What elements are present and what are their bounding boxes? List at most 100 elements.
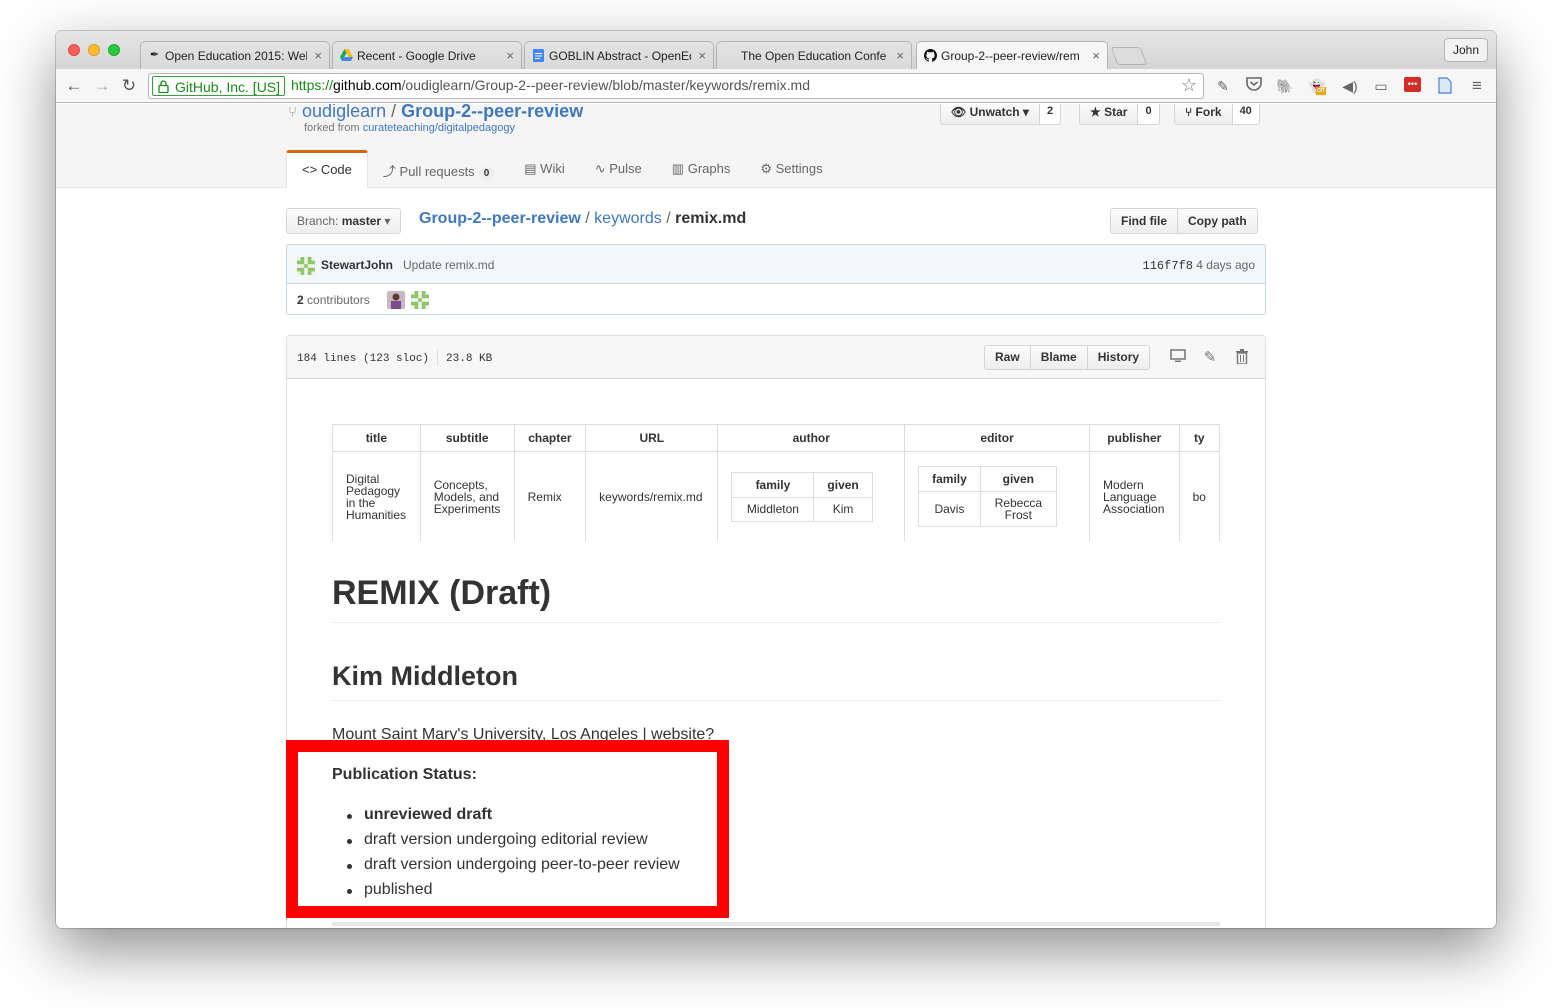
google-drive-icon <box>340 49 353 62</box>
ghostery-icon[interactable]: 👻 off <box>1308 77 1326 95</box>
new-tab-button[interactable] <box>1110 47 1148 65</box>
close-tab-icon[interactable]: × <box>506 48 514 63</box>
repo-forked-icon: ⑂ <box>288 104 298 121</box>
tab-pulse[interactable]: ∿ Pulse <box>580 150 657 188</box>
watchers-count[interactable]: 2 <box>1039 104 1062 125</box>
contributor-identicon[interactable] <box>411 291 429 309</box>
tab-wiki[interactable]: ▤ Wiki <box>509 150 579 188</box>
repo-name-link[interactable]: Group-2--peer-review <box>401 104 583 121</box>
tab-settings[interactable]: ⚙ Settings <box>745 150 837 188</box>
close-tab-icon[interactable]: × <box>698 48 706 63</box>
ev-certificate-badge[interactable]: GitHub, Inc. [US] <box>152 76 286 96</box>
commit-author-link[interactable]: StewartJohn <box>321 258 393 272</box>
breadcrumb: Group-2--peer-review / keywords / remix.… <box>419 210 746 228</box>
commit-sha-link[interactable]: 116f7f8 <box>1143 259 1193 273</box>
pull-requests-counter: 0 <box>478 167 495 180</box>
file-actions: Raw Blame History <box>984 345 1151 370</box>
forks-count[interactable]: 40 <box>1232 104 1260 125</box>
table-header: publisher <box>1089 424 1180 452</box>
file-header: 184 lines (123 sloc) 23.8 KB Raw Blame Hi… <box>287 336 1265 379</box>
history-button[interactable]: History <box>1087 345 1151 370</box>
desktop-icon[interactable] <box>1169 349 1187 367</box>
contributors-text: 2 contributors <box>297 293 370 307</box>
eye-icon: 👁 <box>951 105 967 119</box>
screenshot-stage: ✒ Open Education 2015: Wel × Recent - Go… <box>0 0 1552 1008</box>
forked-from-line: forked from curateteaching/digitalpedago… <box>304 122 515 134</box>
pocket-icon[interactable] <box>1245 77 1263 95</box>
repo-owner-link[interactable]: oudiglearn <box>302 104 386 121</box>
raw-button[interactable]: Raw <box>984 345 1031 370</box>
close-tab-icon[interactable]: × <box>1092 48 1100 63</box>
book-icon: ▤ <box>524 161 537 176</box>
forward-arrow-icon[interactable]: → <box>92 76 112 96</box>
menu-hamburger-icon[interactable]: ≡ <box>1468 77 1486 95</box>
find-file-button[interactable]: Find file <box>1110 208 1178 234</box>
file-size: 23.8 KB <box>446 352 493 365</box>
reload-icon[interactable]: ↻ <box>119 76 139 96</box>
url-text: https://github.com/oudiglearn/Group-2--p… <box>291 77 810 93</box>
close-window-button[interactable] <box>68 44 80 56</box>
breadcrumb-repo-link[interactable]: Group-2--peer-review <box>419 210 581 227</box>
fork-label: Fork <box>1195 105 1222 119</box>
contributors-label: contributors <box>307 293 370 307</box>
front-matter-table-wrapper[interactable]: title subtitle chapter URL author editor… <box>332 424 1220 541</box>
close-tab-icon[interactable]: × <box>314 48 322 63</box>
tab-pull-requests[interactable]: ⤴ Pull requests 0 <box>368 150 509 188</box>
copy-path-button[interactable]: Copy path <box>1178 208 1258 234</box>
tab-goblin-abstract[interactable]: GOBLIN Abstract - OpenEd × <box>524 41 714 69</box>
zoom-window-button[interactable] <box>108 44 120 56</box>
forked-from-link[interactable]: curateteaching/digitalpedagogy <box>363 122 515 134</box>
tab-title: The Open Education Confe <box>741 49 887 63</box>
back-arrow-icon[interactable]: ← <box>64 76 84 96</box>
evernote-icon[interactable]: 🐘 <box>1276 77 1294 95</box>
tab-title: GOBLIN Abstract - OpenEd <box>549 49 691 63</box>
repo-title: ⑂ oudiglearn / Group-2--peer-review <box>288 104 583 122</box>
lastpass-icon[interactable]: ••• <box>1404 77 1422 95</box>
quill-icon: ✒ <box>149 49 160 61</box>
star-button[interactable]: ★ Star <box>1079 104 1139 125</box>
tab-open-education[interactable]: ✒ Open Education 2015: Wel × <box>140 41 330 69</box>
pulse-icon: ∿ <box>594 161 606 176</box>
chevron-down-icon: ▾ <box>384 214 391 228</box>
speaker-icon[interactable]: ◀) <box>1341 77 1359 95</box>
commit-tease: StewartJohn Update remix.md 116f7f8 4 da… <box>286 244 1266 284</box>
feather-extension-icon[interactable]: ✎ <box>1214 77 1232 95</box>
github-page: ⑂ oudiglearn / Group-2--peer-review fork… <box>56 104 1496 928</box>
pull-request-icon: ⤴ <box>382 164 396 179</box>
front-matter-table: title subtitle chapter URL author editor… <box>332 424 1220 541</box>
contributors-bar[interactable]: 2 contributors <box>286 284 1266 315</box>
author-heading: Kim Middleton <box>332 661 1220 701</box>
author-family: Middleton <box>731 496 815 522</box>
unwatch-button[interactable]: 👁 Unwatch ▾ <box>940 104 1040 125</box>
tab-code[interactable]: <> Code <box>286 150 368 188</box>
commit-message-link[interactable]: Update remix.md <box>403 258 494 272</box>
stargazers-count[interactable]: 0 <box>1138 104 1160 125</box>
tab-github-active[interactable]: Group-2--peer-review/rem × <box>916 41 1108 69</box>
pencil-icon[interactable]: ✎ <box>1201 349 1219 367</box>
table-header: family <box>918 466 981 492</box>
unwatch-label: Unwatch <box>969 105 1020 119</box>
close-tab-icon[interactable]: × <box>896 48 904 63</box>
lock-icon <box>158 80 169 93</box>
breadcrumb-dir-link[interactable]: keywords <box>594 210 662 227</box>
repo-nav: <> Code ⤴ Pull requests 0 ▤ Wiki ∿ Pulse … <box>286 150 838 188</box>
chat-icon[interactable]: ▭ <box>1372 77 1390 95</box>
bookmark-star-icon[interactable]: ☆ <box>1181 75 1197 96</box>
tab-open-education-conference[interactable]: The Open Education Confe × <box>716 41 912 69</box>
profile-button[interactable]: John <box>1443 38 1488 62</box>
editor-family: Davis <box>918 491 981 527</box>
minimize-window-button[interactable] <box>88 44 100 56</box>
fork-button[interactable]: ⑂ Fork <box>1174 104 1233 125</box>
document-icon[interactable] <box>1436 77 1454 95</box>
tab-settings-label: Settings <box>775 161 823 176</box>
graph-icon: ▥ <box>671 161 685 176</box>
blame-button[interactable]: Blame <box>1030 345 1088 370</box>
branch-select-button[interactable]: Branch: master ▾ <box>286 208 402 234</box>
trash-icon[interactable] <box>1233 349 1251 367</box>
table-header: author <box>717 424 906 452</box>
contributor-avatar[interactable] <box>387 291 405 309</box>
author-identicon[interactable] <box>297 257 315 275</box>
tab-graphs[interactable]: ▥ Graphs <box>657 150 746 188</box>
tab-google-drive[interactable]: Recent - Google Drive × <box>332 41 522 69</box>
address-bar[interactable]: GitHub, Inc. [US] https://github.com/oud… <box>148 73 1204 99</box>
